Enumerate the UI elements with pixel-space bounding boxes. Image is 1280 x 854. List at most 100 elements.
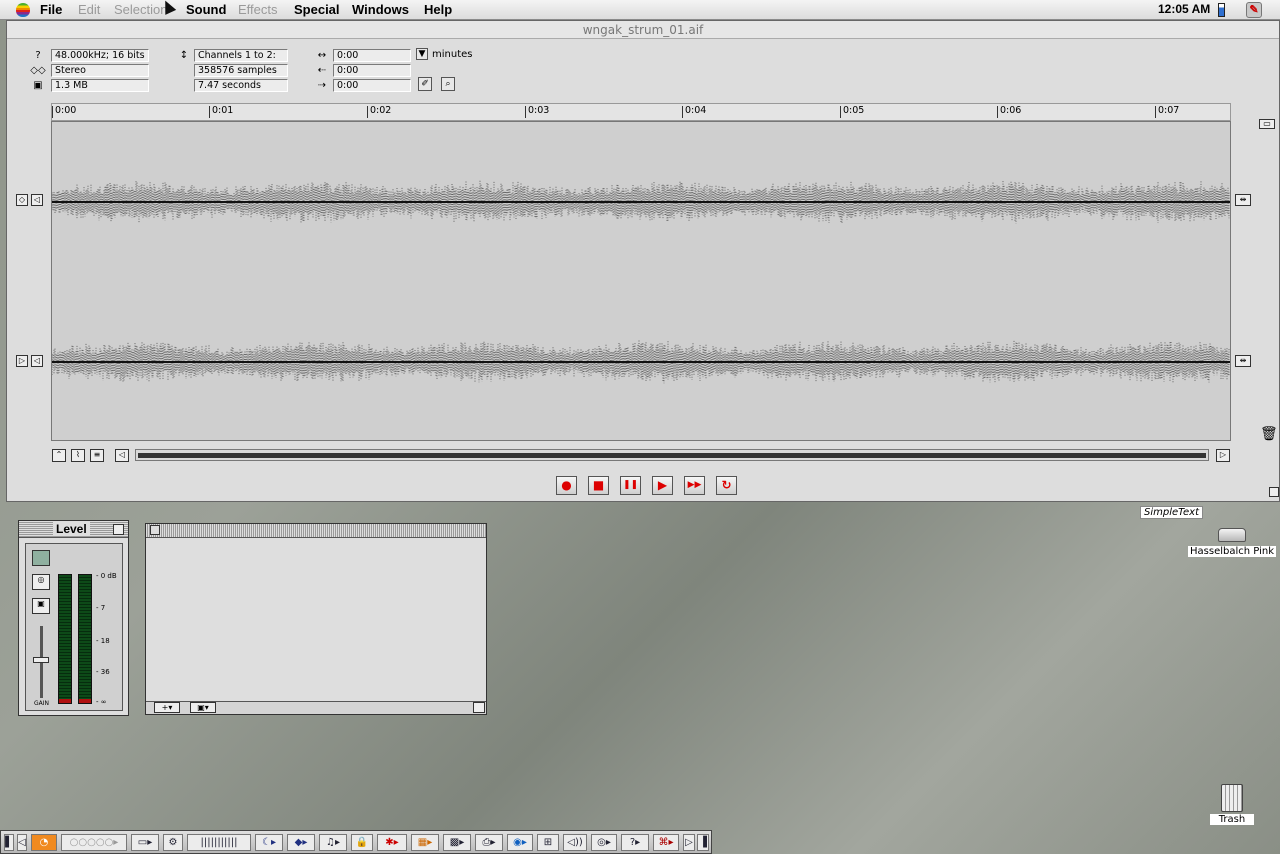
channels-field[interactable]: Channels 1 to 2: <box>194 49 288 62</box>
strip-collapse-icon[interactable]: ▌ <box>4 834 14 851</box>
waveform-graphic <box>52 180 1230 384</box>
window-resize-icon[interactable] <box>1269 487 1279 497</box>
menu-clock[interactable]: 12:05 AM <box>1158 2 1210 16</box>
monitor-icon[interactable]: ◎ <box>32 574 50 590</box>
collapse-box-icon[interactable] <box>113 524 124 535</box>
channel-2-zoom-icon[interactable]: ⇹ <box>1235 355 1251 367</box>
resize-box-icon[interactable] <box>473 702 485 713</box>
simpletext-label[interactable]: SimpleText <box>1140 506 1204 519</box>
speaker-icon[interactable]: ▣ <box>32 598 50 614</box>
scale-label: - 36 <box>96 668 110 676</box>
selection-start-icon: ⇠ <box>317 65 327 76</box>
loop-button[interactable]: ↻ <box>716 476 737 495</box>
trash-desktop-icon[interactable]: Trash <box>1210 784 1254 825</box>
menu-edit[interactable]: Edit <box>78 2 100 17</box>
scroll-left-icon[interactable]: ◁ <box>115 449 129 462</box>
level-titlebar[interactable]: Level <box>19 521 128 538</box>
envelope-view-icon[interactable]: ⌇ <box>71 449 85 462</box>
lock-strip-icon[interactable]: 🔒 <box>351 834 373 851</box>
stereo-icon: ◇◇ <box>30 65 46 76</box>
channel-2-speaker-icon[interactable]: ◁ <box>31 355 43 367</box>
add-dropdown-icon[interactable]: +▾ <box>154 702 180 713</box>
gain-slider-thumb[interactable] <box>33 657 49 663</box>
stop-button[interactable]: ■ <box>588 476 609 495</box>
options-dropdown-icon[interactable]: ▣▾ <box>190 702 216 713</box>
drive-desktop-icon[interactable]: Hasselbalch Pink <box>1188 528 1276 557</box>
resolution-strip-icon[interactable]: ▩▸ <box>443 834 471 851</box>
fast-forward-button[interactable]: ▶▶ <box>684 476 705 495</box>
right-level-meter <box>78 574 92 704</box>
record-button[interactable]: ● <box>556 476 577 495</box>
settings-strip-icon[interactable]: ⚙ <box>163 834 183 851</box>
drive-label: Hasselbalch Pink <box>1188 546 1276 557</box>
slider-dots-icon[interactable]: ○○○○○▸ <box>61 834 127 851</box>
selection-tool-icon[interactable]: ✐ <box>418 77 432 91</box>
channel-updown-icon[interactable]: ↕ <box>177 50 191 62</box>
menu-effects[interactable]: Effects <box>238 2 278 17</box>
menu-special[interactable]: Special <box>294 2 340 17</box>
window-title[interactable]: wngak_strum_01.aif <box>7 21 1279 39</box>
printer-strip-icon[interactable]: ⎙▸ <box>475 834 503 851</box>
trash-channel-icon[interactable]: 🗑 <box>1260 426 1278 442</box>
horizontal-split-icon[interactable]: ▭ <box>1259 119 1275 129</box>
monitor-strip-icon[interactable]: ▭▸ <box>131 834 159 851</box>
color-depth-strip-icon[interactable]: ▦▸ <box>411 834 439 851</box>
ruler-tick: 0:05 <box>840 106 864 118</box>
left-level-meter <box>58 574 72 704</box>
file-sharing-strip-icon[interactable]: ⊞ <box>537 834 559 851</box>
untitled-window-titlebar[interactable] <box>146 524 486 538</box>
trash-label: Trash <box>1210 814 1254 825</box>
battery-icon[interactable] <box>1218 3 1225 17</box>
meter-strip-icon[interactable]: ||||||||||| <box>187 834 251 851</box>
channel-1-solo-icon[interactable]: ◇ <box>16 194 28 206</box>
application-menu-icon[interactable]: ✎ <box>1246 2 1262 18</box>
menu-file[interactable]: File <box>40 2 62 17</box>
close-box-icon[interactable] <box>150 525 160 535</box>
selection-end-field[interactable]: 0:00 <box>333 79 411 92</box>
apple-menu-icon[interactable] <box>16 3 30 17</box>
duration-field[interactable]: 7.47 seconds <box>194 79 288 92</box>
keychain-strip-icon[interactable]: ⌘▸ <box>653 834 679 851</box>
play-button[interactable]: ▶ <box>652 476 673 495</box>
list-view-icon[interactable]: ≡ <box>90 449 104 462</box>
sound-volume-strip-icon[interactable]: ◁)) <box>563 834 587 851</box>
menu-windows[interactable]: Windows <box>352 2 409 17</box>
strip-scroll-left-icon[interactable]: ◁ <box>17 834 27 851</box>
samples-field[interactable]: 358576 samples <box>194 64 288 77</box>
untitled-window-footer: +▾ ▣▾ <box>146 701 486 714</box>
moon-strip-icon[interactable]: ☾▸ <box>255 834 283 851</box>
scroll-right-icon[interactable]: ▷ <box>1216 449 1230 462</box>
channel-1-speaker-icon[interactable]: ◁ <box>31 194 43 206</box>
selection-length-field[interactable]: 0:00 <box>333 49 411 62</box>
waveform-display[interactable] <box>51 121 1231 441</box>
zoom-tool-icon[interactable]: ⌕ <box>441 77 455 91</box>
pause-button[interactable]: ❚❚ <box>620 476 641 495</box>
time-ruler[interactable]: 0:00 0:01 0:02 0:03 0:04 0:05 0:06 0:07 <box>51 103 1231 121</box>
cube-strip-icon[interactable]: ◆▸ <box>287 834 315 851</box>
web-strip-icon[interactable]: ◉▸ <box>507 834 533 851</box>
level-window: Level ◎ ▣ GAIN - 0 dB - 7 - 18 - 36 - ∞ <box>18 520 129 716</box>
strip-end-tab-icon[interactable]: ▐ <box>697 834 709 851</box>
input-source-icon[interactable] <box>32 550 50 566</box>
music-strip-icon[interactable]: ♫▸ <box>319 834 347 851</box>
menu-sound[interactable]: Sound <box>186 2 226 17</box>
speech-strip-icon[interactable]: ◎▸ <box>591 834 617 851</box>
channel-mode-field[interactable]: Stereo <box>51 64 149 77</box>
selection-start-field[interactable]: 0:00 <box>333 64 411 77</box>
help-strip-icon[interactable]: ?▸ <box>621 834 649 851</box>
channel-1-zoom-icon[interactable]: ⇹ <box>1235 194 1251 206</box>
channel-2-solo-icon[interactable]: ▷ <box>16 355 28 367</box>
network-strip-icon[interactable]: ✱▸ <box>377 834 407 851</box>
horizontal-scrollbar[interactable] <box>135 449 1209 461</box>
time-unit-dropdown-icon[interactable]: ▼ <box>416 48 428 60</box>
file-size-field[interactable]: 1.3 MB <box>51 79 149 92</box>
waveform-view-icon[interactable]: ⌃ <box>52 449 66 462</box>
untitled-window: +▾ ▣▾ <box>145 523 487 715</box>
sample-format-field[interactable]: 48.000kHz; 16 bits <box>51 49 149 62</box>
menu-help[interactable]: Help <box>424 2 452 17</box>
rss-icon[interactable]: ◔ <box>31 834 57 851</box>
scale-label: - ∞ <box>96 698 107 706</box>
strip-scroll-right-icon[interactable]: ▷ <box>683 834 695 851</box>
scrollbar-track[interactable] <box>138 453 1206 458</box>
scale-label: - 18 <box>96 637 110 645</box>
